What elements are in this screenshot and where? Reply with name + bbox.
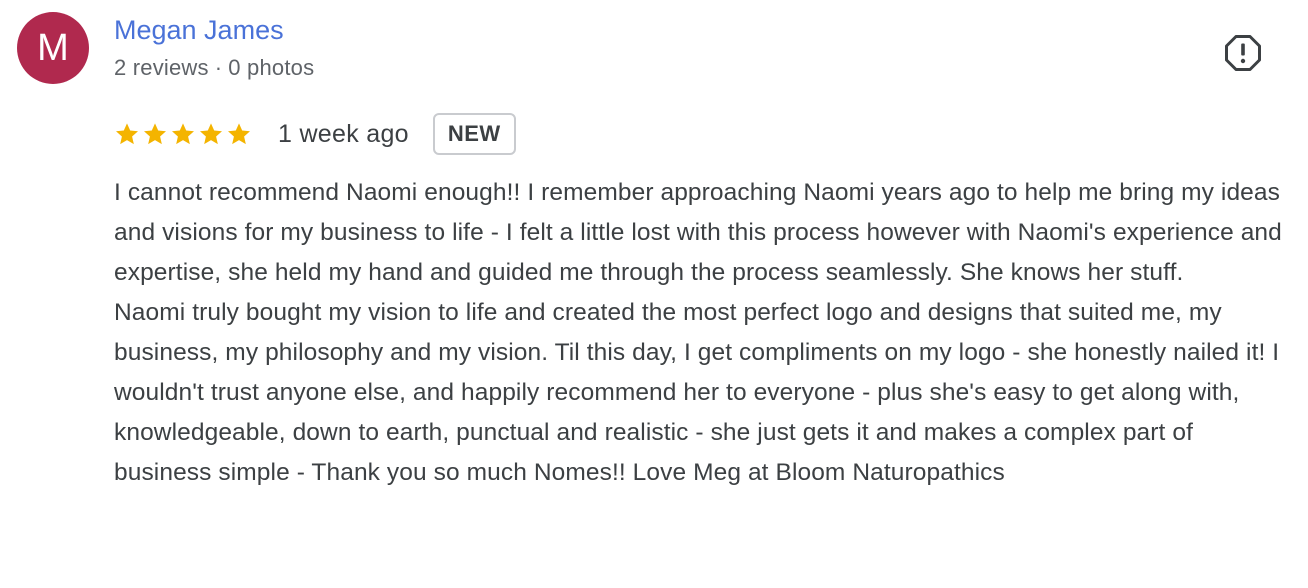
review-time: 1 week ago <box>278 119 409 148</box>
star-rating <box>114 121 252 147</box>
reviewer-name-link[interactable]: Megan James <box>114 15 284 46</box>
report-flag-icon <box>1225 35 1261 71</box>
report-button[interactable] <box>1222 33 1264 73</box>
new-badge: NEW <box>432 113 516 155</box>
reviews-count: 2 reviews <box>114 55 209 80</box>
star-icon <box>226 121 252 147</box>
review-paragraph: Naomi truly bought my vision to life and… <box>114 299 1280 486</box>
review-card: M Megan James 2 reviews · 0 photos 1 week … <box>0 0 1308 588</box>
rating-row: 1 week ago NEW <box>114 113 516 155</box>
star-icon <box>114 121 140 147</box>
star-icon <box>170 121 196 147</box>
meta-separator: · <box>214 55 223 80</box>
review-paragraph: I cannot recommend Naomi enough!! I reme… <box>114 179 1282 286</box>
avatar[interactable]: M <box>17 12 89 84</box>
avatar-initial: M <box>37 26 69 69</box>
review-text: I cannot recommend Naomi enough!! I reme… <box>114 173 1294 493</box>
star-icon <box>198 121 224 147</box>
star-icon <box>142 121 168 147</box>
reviewer-meta: 2 reviews · 0 photos <box>114 55 314 81</box>
photos-count: 0 photos <box>228 55 315 80</box>
